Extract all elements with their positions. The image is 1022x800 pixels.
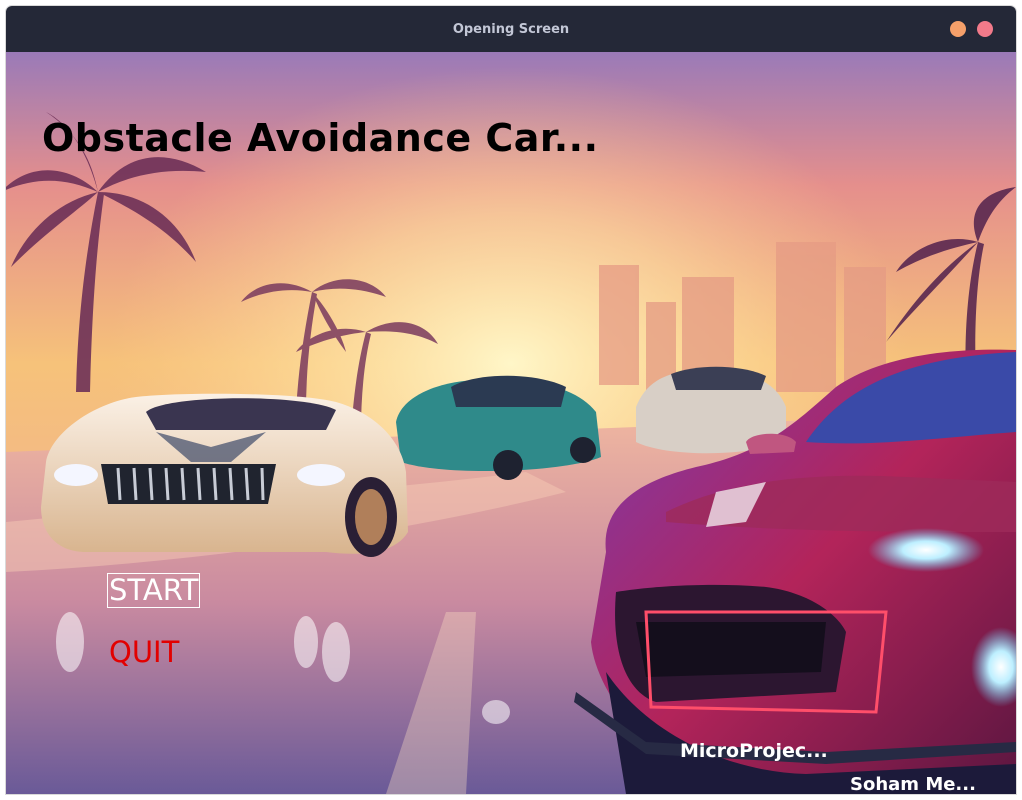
author-credit: Soham Me... <box>850 774 976 794</box>
game-title: Obstacle Avoidance Car... <box>42 116 599 160</box>
window-title: Opening Screen <box>452 21 570 37</box>
quit-button[interactable]: QUIT <box>109 636 179 669</box>
close-button[interactable] <box>977 21 993 37</box>
project-credit: MicroProjec... <box>680 740 828 762</box>
app-window: Opening Screen Obstacle Avoidance Car...… <box>6 6 1016 794</box>
game-canvas[interactable]: Obstacle Avoidance Car... START QUIT Mic… <box>6 52 1016 794</box>
title-bar[interactable]: Opening Screen <box>6 6 1016 52</box>
minimize-button[interactable] <box>950 21 966 37</box>
background-illustration <box>6 52 1016 794</box>
start-button[interactable]: START <box>107 573 201 608</box>
